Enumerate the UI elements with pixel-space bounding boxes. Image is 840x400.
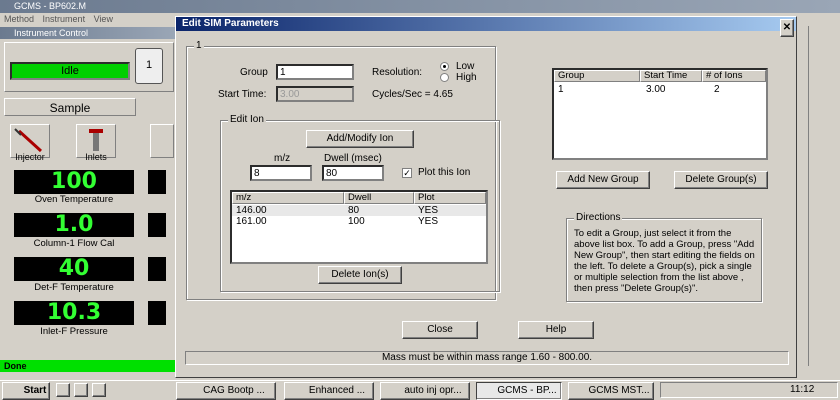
task-cag-bootp[interactable]: CAG Bootp ... xyxy=(176,382,276,400)
close-button[interactable]: Close xyxy=(402,321,478,339)
add-modify-ion-button[interactable]: Add/Modify Ion xyxy=(306,130,414,148)
det-temperature-label: Det-F Temperature xyxy=(34,282,114,293)
column-header-plot[interactable]: Plot xyxy=(414,192,486,204)
menu-instrument[interactable]: Instrument xyxy=(43,14,86,24)
task-gcms-mst[interactable]: GCMS MST... xyxy=(568,382,654,400)
group-label: Group xyxy=(240,67,268,78)
delete-group-button[interactable]: Delete Group(s) xyxy=(674,171,768,189)
task-gcms-bp[interactable]: GCMS - BP... xyxy=(476,382,562,400)
column-flow-readout: 1.0 xyxy=(14,213,134,237)
ion-plot: YES xyxy=(418,216,439,227)
quick-launch-icon[interactable] xyxy=(74,383,88,397)
inlets-label: Inlets xyxy=(85,152,107,162)
column-header-start-time[interactable]: Start Time xyxy=(640,70,702,82)
plot-ion-label: Plot this Ion xyxy=(418,167,471,178)
group-start-time: 3.00 xyxy=(646,84,666,95)
readout-partial xyxy=(148,301,166,325)
dialog-status-message: Mass must be within mass range 1.60 - 80… xyxy=(185,351,789,365)
add-new-group-button[interactable]: Add New Group xyxy=(556,171,650,189)
dialog-title: Edit SIM Parameters xyxy=(176,17,796,31)
resolution-high-label: High xyxy=(456,72,477,83)
oven-temperature-label: Oven Temperature xyxy=(34,194,114,205)
task-auto-inj[interactable]: auto inj opr... xyxy=(380,382,470,400)
cycles-text: Cycles/Sec = xyxy=(372,89,431,100)
start-time-input[interactable]: 3.00 xyxy=(276,86,354,102)
directions-label: Directions xyxy=(574,212,623,223)
ion-plot: YES xyxy=(418,205,439,216)
column-header-mz[interactable]: m/z xyxy=(232,192,344,204)
table-row[interactable]: 161.00 100 YES xyxy=(232,216,486,227)
table-row[interactable]: 146.00 80 YES xyxy=(232,205,486,216)
directions-text: To edit a Group, just select it from the… xyxy=(574,228,755,294)
quick-launch-icon[interactable] xyxy=(92,383,106,397)
edit-ion-label: Edit Ion xyxy=(228,114,266,125)
resolution-low-label: Low xyxy=(456,61,475,72)
readout-partial xyxy=(148,213,166,237)
inlet-pressure-readout: 10.3 xyxy=(14,301,134,325)
close-icon[interactable]: ✕ xyxy=(780,19,794,37)
inlet-pressure-label: Inlet-F Pressure xyxy=(40,326,108,337)
status-indicator: Idle xyxy=(10,62,130,80)
group-box-label: 1 xyxy=(194,40,204,51)
mz-label: m/z xyxy=(274,153,291,164)
ion-dwell: 100 xyxy=(348,216,365,227)
background-scrollbar[interactable] xyxy=(808,26,840,366)
clock[interactable]: 11:12 xyxy=(790,384,814,395)
quick-launch-icon[interactable] xyxy=(56,383,70,397)
resolution-high-radio[interactable] xyxy=(440,73,449,82)
menu-view[interactable]: View xyxy=(94,14,113,24)
start-time-label: Start Time: xyxy=(218,89,267,100)
next-tool-icon[interactable] xyxy=(150,124,174,158)
group-ion-count: 2 xyxy=(714,84,720,95)
background-title-bar: GCMS - BP602.M xyxy=(0,0,840,13)
group-number: 1 xyxy=(558,84,564,95)
ion-mz: 146.00 xyxy=(236,205,267,216)
delete-ion-button[interactable]: Delete Ion(s) xyxy=(318,266,402,284)
resolution-label: Resolution: xyxy=(372,67,423,78)
readout-partial xyxy=(148,257,166,281)
plot-ion-checkbox[interactable]: ✓ xyxy=(402,168,412,178)
ion-mz: 161.00 xyxy=(236,216,267,227)
table-row[interactable]: 1 3.00 2 xyxy=(554,84,766,95)
task-enhanced[interactable]: Enhanced ... xyxy=(284,382,374,400)
start-button[interactable]: Start xyxy=(2,382,50,400)
instrument-control-title: Instrument Control xyxy=(0,27,175,39)
resolution-low-radio[interactable] xyxy=(440,62,449,71)
menu-method[interactable]: Method xyxy=(4,14,34,24)
background-status-bar: Done xyxy=(0,360,175,372)
injector-label: Injector xyxy=(15,152,45,162)
group-input[interactable]: 1 xyxy=(276,64,354,80)
groups-list[interactable]: Group Start Time # of Ions 1 3.00 2 xyxy=(552,68,768,160)
tab-sample[interactable]: Sample xyxy=(4,98,136,116)
det-temperature-readout: 40 xyxy=(14,257,134,281)
readout-partial xyxy=(148,170,166,194)
dwell-label: Dwell (msec) xyxy=(324,153,382,164)
oven-temperature-readout: 100 xyxy=(14,170,134,194)
column-header-ion-count[interactable]: # of Ions xyxy=(702,70,766,82)
vial-icon[interactable]: 1 xyxy=(135,48,163,84)
cycles-value: 4.65 xyxy=(433,89,453,100)
ion-list[interactable]: m/z Dwell Plot 146.00 80 YES 161.00 100 … xyxy=(230,190,488,264)
cycles-label: Cycles/Sec = 4.65 xyxy=(372,89,453,100)
ion-dwell: 80 xyxy=(348,205,360,216)
dwell-input[interactable]: 80 xyxy=(322,165,384,181)
column-header-dwell[interactable]: Dwell xyxy=(344,192,414,204)
column-flow-label: Column-1 Flow Cal xyxy=(33,238,115,249)
mz-input[interactable]: 8 xyxy=(250,165,312,181)
help-button[interactable]: Help xyxy=(518,321,594,339)
background-menu-bar: Method Instrument View xyxy=(0,13,180,25)
column-header-group[interactable]: Group xyxy=(554,70,640,82)
